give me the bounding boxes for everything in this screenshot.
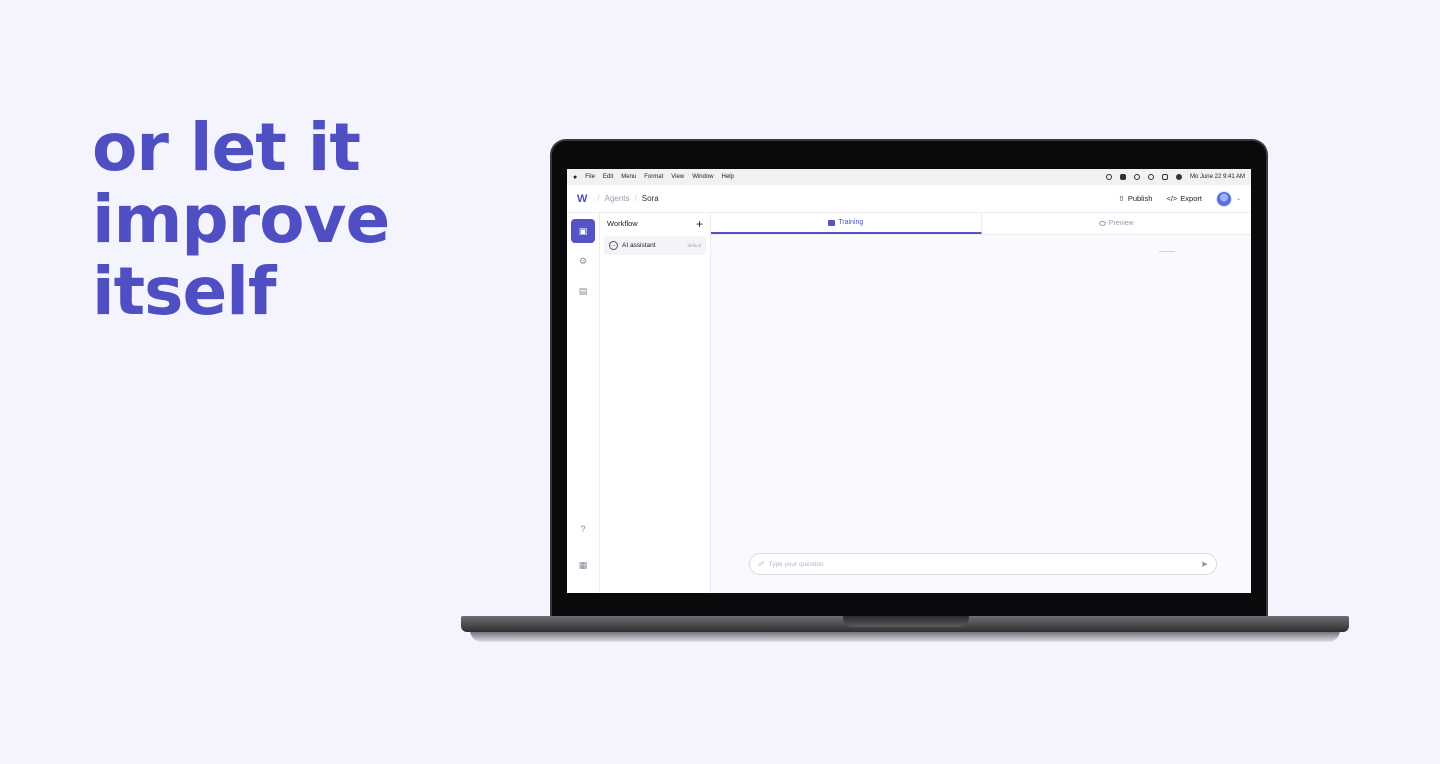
nav-workflow-button[interactable]: ▣ [571,219,595,243]
breadcrumb-current: Sora [641,194,659,203]
paperclip-icon[interactable]: ☍ [758,560,765,568]
menu-help[interactable]: Help [722,174,734,180]
control-center-icon[interactable] [1161,174,1168,180]
menubar-status-area: Mo June 22 9:41 AM [1105,174,1245,180]
laptop-notch [843,616,969,627]
help-icon: ? [580,524,586,534]
app-header: W / Agents / Sora ⇧ Publish </> Export ⌄ [567,185,1251,213]
workflow-item-ai-assistant[interactable]: ⋯ AI assistant default [604,236,706,255]
tab-bar: Training Preview [711,213,1251,235]
chevron-down-icon[interactable]: ⌄ [1236,195,1241,202]
menubar-clock[interactable]: Mo June 22 9:41 AM [1190,174,1245,180]
library-icon: ▦ [578,559,588,570]
laptop-screen: ● File Edit Menu Format View Window Help… [567,169,1251,593]
tab-preview[interactable]: Preview [982,213,1252,234]
default-tag: default [687,243,701,248]
hero-line-3: itself [92,253,277,330]
menu-view[interactable]: View [671,174,684,180]
breadcrumb-agents[interactable]: Agents [605,194,630,203]
eye-icon [1098,221,1106,226]
main-area: Training Preview ☍ ➤ [711,213,1251,593]
menu-file[interactable]: File [585,174,595,180]
help-button[interactable]: ? [571,517,595,541]
hero-line-2: improve [92,181,390,258]
breadcrumb-separator: / [597,194,600,203]
app-logo-icon[interactable]: W [577,193,587,205]
avatar[interactable] [1215,190,1232,207]
code-icon: </> [1166,194,1178,203]
menu-window[interactable]: Window [692,174,713,180]
nav-settings-button[interactable]: ⚙ [571,249,595,273]
tab-preview-label: Preview [1108,220,1134,227]
airdrop-icon[interactable] [1105,174,1112,180]
chat-icon [828,219,836,226]
loading-indicator [1159,251,1175,252]
breadcrumb-separator: / [634,194,637,203]
menu-edit[interactable]: Edit [603,174,613,180]
nav-documents-button[interactable]: ▤ [571,279,595,303]
menu-format[interactable]: Format [644,174,663,180]
library-button[interactable]: ▦ [571,553,595,577]
workflow-panel: Workflow + ⋯ AI assistant default [600,213,711,593]
hero-headline: or let it improve itself [92,112,472,328]
battery-icon[interactable] [1119,174,1126,180]
workflow-item-label: AI assistant [622,242,656,249]
export-button[interactable]: </> Export [1166,194,1202,203]
siri-icon[interactable] [1175,174,1182,180]
menu-menu[interactable]: Menu [621,174,636,180]
gear-icon: ⚙ [578,255,588,266]
hero-line-1: or let it [92,109,361,186]
workflow-title: Workflow [607,219,638,228]
app-body: ▣ ⚙ ▤ ? ▦ Workflow + ⋯ AI assistant defa… [567,213,1251,593]
wifi-icon[interactable] [1133,174,1140,180]
mac-menubar: ● File Edit Menu Format View Window Help… [567,169,1251,185]
tab-training[interactable]: Training [711,213,982,234]
chat-input-bar: ☍ ➤ [749,553,1217,575]
send-icon[interactable]: ➤ [1200,559,1208,570]
question-input[interactable] [768,560,1201,568]
nav-rail: ▣ ⚙ ▤ ? ▦ [567,213,600,593]
apple-icon[interactable]: ● [573,174,577,181]
add-workflow-icon[interactable]: + [696,218,703,230]
spotlight-search-icon[interactable] [1147,174,1154,180]
export-label: Export [1180,194,1202,203]
tab-training-label: Training [838,219,864,226]
workflow-icon: ▣ [578,225,588,236]
chat-bubble-icon: ⋯ [609,241,618,250]
publish-button[interactable]: ⇧ Publish [1119,194,1153,203]
publish-label: Publish [1127,194,1153,203]
upload-cloud-icon: ⇧ [1118,194,1125,203]
document-icon: ▤ [578,285,588,296]
